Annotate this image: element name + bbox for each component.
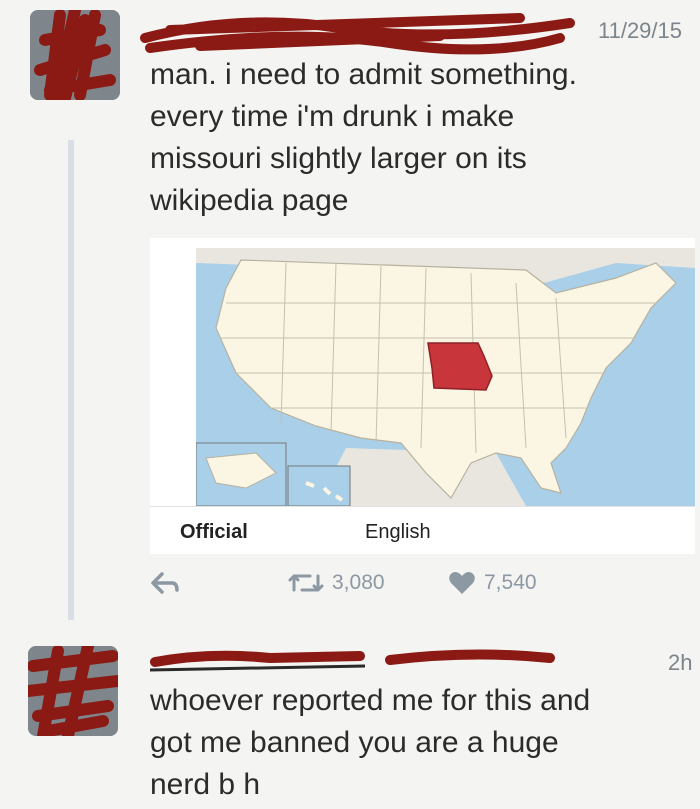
tweet-text: whoever reported me for this and got me … <box>150 684 591 801</box>
retweet-count: 3,080 <box>332 571 385 594</box>
tab-english[interactable]: English <box>365 521 431 544</box>
tab-official[interactable]: Official <box>180 521 248 544</box>
tweet-text: man. i need to admit something. every ti… <box>150 58 577 217</box>
map-image-card[interactable]: Official English <box>150 238 695 554</box>
heart-icon <box>449 572 475 594</box>
retweet-icon <box>288 574 324 592</box>
thread-connector-line <box>68 140 74 620</box>
tweet-timestamp[interactable]: 2h <box>668 650 692 676</box>
retweet-button[interactable]: 3,080 <box>288 570 385 596</box>
tweet-timestamp[interactable]: 11/29/15 <box>598 18 682 44</box>
like-button[interactable]: 7,540 <box>448 570 537 596</box>
avatar[interactable] <box>30 10 120 100</box>
username-redaction <box>149 649 555 672</box>
reply-icon <box>151 572 179 594</box>
username-redaction <box>140 13 575 55</box>
tweet-actions: 3,080 7,540 <box>150 570 695 610</box>
avatar[interactable] <box>28 646 118 736</box>
like-count: 7,540 <box>484 571 537 594</box>
reply-button[interactable] <box>150 570 188 596</box>
username-row <box>149 644 670 678</box>
redaction-scribble <box>30 10 120 100</box>
us-map <box>196 248 695 506</box>
map-tabs: Official English <box>150 506 695 554</box>
redaction-scribble <box>28 646 118 736</box>
